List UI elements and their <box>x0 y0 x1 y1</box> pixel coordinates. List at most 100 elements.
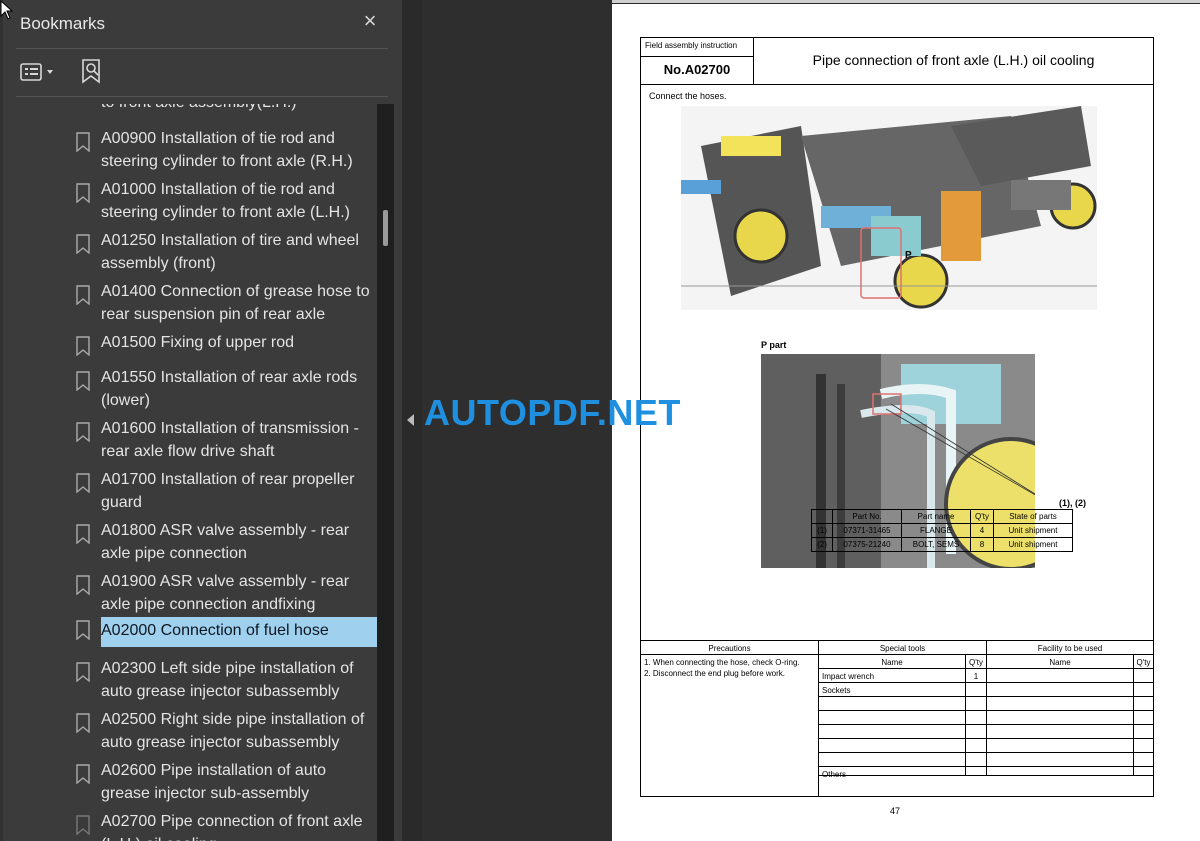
bookmark-item[interactable]: A01900 ASR valve assembly - rear axle pi… <box>3 560 377 613</box>
bookmark-item[interactable]: A01550 Installation of rear axle rods (l… <box>3 356 377 409</box>
table-cell: (1) <box>811 523 833 538</box>
bookmark-icon <box>76 575 90 595</box>
bookmark-icon <box>76 132 90 152</box>
bookmark-list: to front axle assembly(L.H.) A00900 Inst… <box>3 104 377 841</box>
table-cell: (2) <box>811 537 833 552</box>
bookmark-item[interactable]: A02500 Right side pipe installation of a… <box>3 698 377 751</box>
bookmark-item[interactable]: A01000 Installation of tie rod and steer… <box>3 168 377 221</box>
bookmark-item-selected[interactable]: A02000 Connection of fuel hose <box>3 611 377 647</box>
column-header-name: Name <box>881 658 903 667</box>
table-cell: BOLT, SEMS <box>901 537 971 552</box>
table-row: (1) 07371-31465 FLANGE 4 Unit shipment <box>811 523 1073 538</box>
p-part-label: P part <box>761 340 787 350</box>
bookmark-label: A02600 Pipe installation of auto grease … <box>101 762 327 802</box>
bookmark-icon <box>76 662 90 682</box>
tool-name: Impact wrench <box>822 672 875 681</box>
precaution-item: 1. When connecting the hose, check O-rin… <box>644 658 800 667</box>
table-cell: 07371-31465 <box>832 523 902 538</box>
table-cell: FLANGE <box>901 523 971 538</box>
bookmark-item[interactable]: A01400 Connection of grease hose to rear… <box>3 270 377 323</box>
row-rule <box>818 738 1153 739</box>
bookmark-icon <box>76 713 90 733</box>
table-header: Q'ty <box>970 509 994 524</box>
bookmark-label: A01250 Installation of tire and wheel as… <box>101 232 359 272</box>
header-small-label: Field assembly instruction <box>645 41 738 50</box>
table-header: Part No. <box>832 509 902 524</box>
bookmark-item[interactable]: A00900 Installation of tie rod and steer… <box>3 117 377 170</box>
row-rule <box>818 752 1153 753</box>
bookmark-icon <box>76 371 90 391</box>
bookmarks-panel: Bookmarks × to front axle assembly(L.H.)… <box>0 0 402 841</box>
table-cell: 8 <box>970 537 994 552</box>
list-options-icon <box>20 63 53 81</box>
bookmark-icon <box>76 764 90 784</box>
special-tools-header: Special tools <box>879 644 926 653</box>
row-rule <box>641 654 1153 655</box>
bookmark-item[interactable]: A01600 Installation of transmission - re… <box>3 407 377 460</box>
bookmark-icon <box>76 183 90 203</box>
bookmark-icon <box>76 524 90 544</box>
bookmark-label: A01000 Installation of tie rod and steer… <box>101 181 350 221</box>
bookmark-label: A01500 Fixing of upper rod <box>101 334 295 351</box>
parts-table: Part No. Part name Q'ty State of parts (… <box>811 509 1073 552</box>
document-page: Field assembly instruction No.A02700 Pip… <box>612 4 1200 841</box>
page-title: Pipe connection of front axle (L.H.) oil… <box>812 52 1095 68</box>
table-cell: 4 <box>970 523 994 538</box>
close-icon[interactable]: × <box>359 10 381 32</box>
scrollbar-thumb[interactable] <box>383 210 388 246</box>
column-rule <box>1133 655 1134 775</box>
bookmark-item[interactable]: A02300 Left side pipe installation of au… <box>3 647 377 700</box>
bookmark-item[interactable]: A01800 ASR valve assembly - rear axle pi… <box>3 509 377 562</box>
bookmark-partial-label: to front axle assembly(L.H.) <box>101 104 297 114</box>
bookmark-label: A02300 Left side pipe installation of au… <box>101 660 354 700</box>
bookmark-icon <box>76 473 90 493</box>
bookmark-item[interactable]: A01500 Fixing of upper rod <box>3 321 377 356</box>
table-header <box>811 509 833 524</box>
bookmark-icon <box>76 620 90 640</box>
find-bookmark-button[interactable] <box>80 58 104 86</box>
bookmark-icon <box>76 422 90 442</box>
bookmark-item[interactable]: A01250 Installation of tire and wheel as… <box>3 219 377 272</box>
bookmark-icon <box>76 336 90 356</box>
table-header: State of parts <box>993 509 1073 524</box>
bookmark-label: A02000 Connection of fuel hose <box>101 617 377 647</box>
collapse-panel-icon[interactable] <box>407 414 414 426</box>
row-rule <box>818 724 1153 725</box>
divider <box>16 96 388 97</box>
bookmark-item[interactable]: A01700 Installation of rear propeller gu… <box>3 458 377 511</box>
table-cell: Unit shipment <box>993 537 1073 552</box>
page-number: 47 <box>890 806 901 816</box>
machine-overview-illustration: P <box>681 106 1097 310</box>
precautions-tools-box: Precautions Special tools Facility to be… <box>640 640 1154 797</box>
bookmark-item[interactable]: A02600 Pipe installation of auto grease … <box>3 749 377 802</box>
page-content-box: Connect the hoses. P P part (1), (2) <box>640 84 1154 641</box>
p-marker: P <box>905 250 912 261</box>
row-rule <box>818 696 1153 697</box>
bookmark-label: A01400 Connection of grease hose to rear… <box>101 283 370 323</box>
bookmark-icon <box>76 234 90 254</box>
bookmark-label: A01800 ASR valve assembly - rear axle pi… <box>101 522 350 562</box>
mouse-cursor-icon <box>0 0 14 20</box>
row-rule <box>818 710 1153 711</box>
bookmark-icon <box>76 815 90 835</box>
divider <box>16 48 388 49</box>
instruction-number: No.A02700 <box>663 62 731 77</box>
instruction-text: Connect the hoses. <box>649 91 727 101</box>
bookmark-search-icon <box>82 59 100 84</box>
others-label: Others <box>822 770 847 779</box>
bookmark-label: A02700 Pipe connection of front axle (L.… <box>101 813 363 841</box>
bookmark-item[interactable]: A02700 Pipe connection of front axle (L.… <box>3 800 377 841</box>
bookmark-label: A01900 ASR valve assembly - rear axle pi… <box>101 573 350 613</box>
table-cell: Unit shipment <box>993 523 1073 538</box>
bookmark-label: A01700 Installation of rear propeller gu… <box>101 471 355 511</box>
options-menu-button[interactable] <box>20 60 60 84</box>
bookmark-label: A02500 Right side pipe installation of a… <box>101 711 365 751</box>
precautions-header: Precautions <box>708 644 751 653</box>
column-header-qty: Q'ty <box>1136 658 1151 667</box>
header-rule <box>641 56 753 57</box>
row-rule <box>818 682 1153 683</box>
bookmark-label: A01550 Installation of rear axle rods (l… <box>101 369 358 409</box>
bookmark-label: A00900 Installation of tie rod and steer… <box>101 130 353 170</box>
facility-header: Facility to be used <box>1037 644 1103 653</box>
table-cell: 07375-21240 <box>832 537 902 552</box>
